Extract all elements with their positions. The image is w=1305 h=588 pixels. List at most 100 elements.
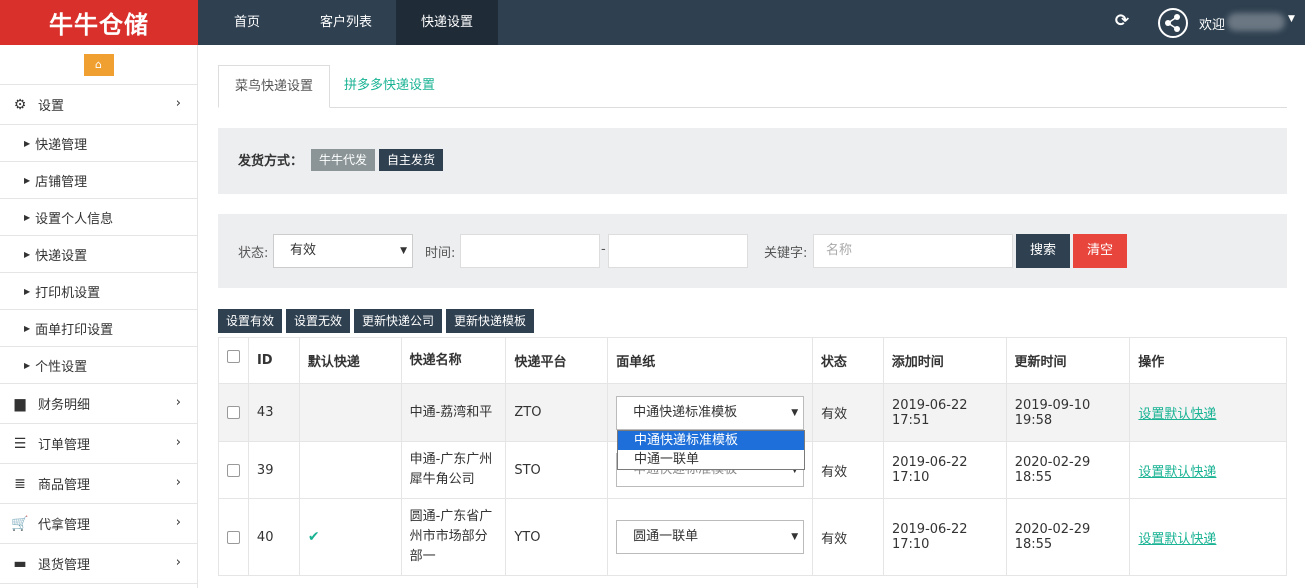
header-id: ID bbox=[249, 338, 300, 383]
cell-platform: YTO bbox=[506, 499, 609, 575]
cell-template: 圆通一联单 ▼ bbox=[608, 499, 814, 575]
end-time-input[interactable] bbox=[608, 234, 748, 268]
shipping-label: 发货方式： bbox=[238, 154, 304, 169]
header-name: 快递名称 bbox=[402, 338, 507, 383]
sidebar-item-returns[interactable]: ▬ 退货管理 › bbox=[0, 544, 197, 584]
sidebar-item-label: 财务明细 bbox=[38, 398, 91, 413]
sidebar-item-label: 代拿管理 bbox=[38, 518, 91, 533]
dropdown-option[interactable]: 中通快递标准模板 bbox=[618, 431, 804, 450]
header-operation: 操作 bbox=[1138, 355, 1165, 370]
sidebar-subitem-express-settings[interactable]: ▶ 快递设置 bbox=[0, 236, 197, 273]
row-checkbox[interactable] bbox=[226, 406, 240, 419]
shipping-panel: 发货方式： 牛牛代发 自主发货 bbox=[218, 128, 1287, 194]
chevron-right-icon: › bbox=[175, 435, 181, 450]
status-select[interactable]: 有效 ▼ bbox=[273, 234, 413, 268]
dropdown-option[interactable]: 中通一联单 bbox=[618, 450, 804, 469]
briefcase-icon: ▆ bbox=[14, 395, 26, 412]
set-default-link[interactable]: 设置默认快递 bbox=[1138, 403, 1216, 422]
set-default-link[interactable]: 设置默认快递 bbox=[1138, 461, 1216, 480]
cell-added: 2019-06-22 17:10 bbox=[884, 499, 1007, 575]
sidebar-subitem-label: 打印机设置 bbox=[35, 285, 101, 301]
cell-id: 43 bbox=[249, 384, 300, 441]
cell-name: 圆通-广东省广州市市场部分部一 bbox=[402, 499, 507, 575]
top-bar: 牛牛仓储 首页 客户列表 快递设置 ⟳ 欢迎 ▼ bbox=[0, 0, 1305, 45]
tab-pinduoduo[interactable]: 拼多多快递设置 bbox=[330, 65, 449, 108]
caret-right-icon: ▶ bbox=[24, 212, 31, 222]
table-row[interactable]: 40 ✔ 圆通-广东省广州市市场部分部一 YTO 圆通一联单 ▼ 有效 2019… bbox=[219, 499, 1286, 575]
cell-added: 2019-06-22 17:10 bbox=[884, 442, 1007, 498]
template-select[interactable]: 圆通一联单 ▼ bbox=[616, 520, 805, 554]
sidebar-subitem-label: 快递管理 bbox=[35, 137, 88, 153]
sidebar-item-proxy[interactable]: 🛒 代拿管理 › bbox=[0, 504, 197, 544]
shipping-option-self[interactable]: 自主发货 bbox=[379, 149, 444, 171]
sidebar-subitem-express-manage[interactable]: ▶ 快递管理 bbox=[0, 125, 197, 162]
filter-panel: 状态: 有效 ▼ 时间: - 关键字: 名称 搜索 清空 bbox=[218, 214, 1287, 288]
check-icon: ✔ bbox=[307, 529, 320, 545]
set-invalid-button[interactable]: 设置无效 bbox=[286, 309, 351, 333]
sidebar-subitem-personalize[interactable]: ▶ 个性设置 bbox=[0, 347, 197, 384]
status-label: 状态: bbox=[238, 246, 269, 261]
caret-right-icon: ▶ bbox=[24, 286, 31, 296]
update-companies-button[interactable]: 更新快递公司 bbox=[354, 309, 443, 333]
sidebar-item-products[interactable]: ≣ 商品管理 › bbox=[0, 464, 197, 504]
home-icon[interactable]: ⌂ bbox=[83, 53, 114, 76]
nav-customer-list[interactable]: 客户列表 bbox=[296, 0, 396, 45]
template-select-value: 圆通一联单 bbox=[633, 529, 699, 544]
keyword-input[interactable]: 名称 bbox=[813, 234, 1013, 268]
tab-cainiao[interactable]: 菜鸟快递设置 bbox=[218, 65, 331, 108]
time-separator: - bbox=[601, 242, 606, 257]
chevron-right-icon: › bbox=[175, 96, 181, 111]
caret-right-icon: ▶ bbox=[24, 360, 31, 370]
set-valid-button[interactable]: 设置有效 bbox=[218, 309, 283, 333]
sidebar-subitem-waybill-print[interactable]: ▶ 面单打印设置 bbox=[0, 310, 197, 347]
shipping-option-proxy[interactable]: 牛牛代发 bbox=[311, 149, 376, 171]
home-box: ⌂ bbox=[0, 45, 197, 85]
sidebar-item-finance[interactable]: ▆ 财务明细 › bbox=[0, 384, 197, 424]
caret-down-icon: ▼ bbox=[400, 246, 407, 256]
nav-express-settings[interactable]: 快递设置 bbox=[396, 0, 499, 45]
clear-button[interactable]: 清空 bbox=[1073, 234, 1127, 268]
sidebar-item-orders[interactable]: ☰ 订单管理 › bbox=[0, 424, 197, 464]
select-all-checkbox[interactable] bbox=[226, 350, 240, 363]
chevron-right-icon: › bbox=[175, 395, 181, 410]
update-templates-button[interactable]: 更新快递模板 bbox=[446, 309, 535, 333]
refresh-icon[interactable]: ⟳ bbox=[1112, 11, 1132, 31]
row-checkbox-cell bbox=[219, 384, 249, 441]
sidebar-subitem-shop-manage[interactable]: ▶ 店铺管理 bbox=[0, 162, 197, 199]
cell-platform: STO bbox=[506, 442, 609, 498]
header-updated: 更新时间 bbox=[1007, 338, 1131, 383]
caret-right-icon: ▶ bbox=[24, 138, 31, 148]
sidebar-item-settings[interactable]: ⚙ 设置 › bbox=[0, 85, 197, 125]
cart-icon: 🛒 bbox=[11, 515, 29, 532]
cell-status: 有效 bbox=[813, 442, 884, 498]
user-avatar-icon[interactable] bbox=[1158, 8, 1188, 38]
sidebar-subitem-profile[interactable]: ▶ 设置个人信息 bbox=[0, 199, 197, 236]
logo[interactable]: 牛牛仓储 bbox=[0, 0, 198, 45]
nav-home[interactable]: 首页 bbox=[198, 0, 296, 45]
cell-updated: 2020-02-29 18:55 bbox=[1007, 499, 1131, 575]
cell-id: 40 bbox=[249, 499, 300, 575]
cell-platform: ZTO bbox=[506, 384, 609, 441]
keyword-label: 关键字: bbox=[764, 246, 808, 261]
caret-right-icon: ▶ bbox=[24, 249, 31, 259]
sidebar-subitem-printer[interactable]: ▶ 打印机设置 bbox=[0, 273, 197, 310]
caret-right-icon: ▶ bbox=[24, 175, 31, 185]
cell-updated: 2019-09-10 19:58 bbox=[1007, 384, 1131, 441]
list-icon: ≣ bbox=[14, 475, 26, 492]
set-default-link[interactable]: 设置默认快递 bbox=[1138, 528, 1216, 547]
cell-operation: 设置默认快递 bbox=[1130, 442, 1286, 498]
start-time-input[interactable] bbox=[460, 234, 600, 268]
cell-updated: 2020-02-29 18:55 bbox=[1007, 442, 1131, 498]
template-select[interactable]: 中通快递标准模板 ▼ bbox=[616, 395, 805, 430]
search-button[interactable]: 搜索 bbox=[1016, 234, 1070, 268]
header-template: 面单纸 bbox=[608, 338, 813, 383]
sidebar: ⌂ ⚙ 设置 › ▶ 快递管理 ▶ 店铺管理 ▶ 设置个人信息 ▶ 快递设置 ▶ 打印机设… bbox=[0, 45, 198, 588]
cell-default bbox=[300, 442, 402, 498]
user-menu-caret-icon[interactable]: ▼ bbox=[1288, 14, 1295, 24]
row-checkbox[interactable] bbox=[226, 463, 240, 477]
gears-icon: ⚙ bbox=[13, 96, 27, 113]
row-checkbox[interactable] bbox=[226, 530, 240, 544]
sidebar-item-label: 订单管理 bbox=[38, 438, 91, 453]
top-nav: 首页 客户列表 快递设置 bbox=[198, 0, 499, 45]
row-checkbox-cell bbox=[219, 499, 249, 575]
